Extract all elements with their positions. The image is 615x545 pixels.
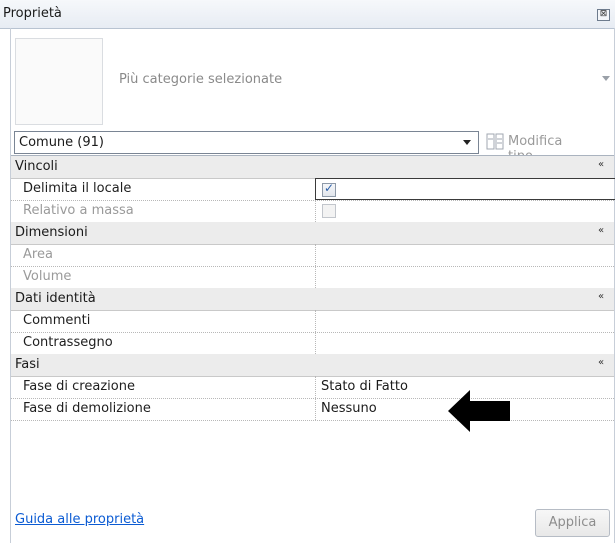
edit-type-icon [486, 133, 504, 150]
type-selector-dropdown-icon[interactable] [602, 76, 610, 81]
arrow-left-icon [448, 390, 510, 432]
comments-input[interactable] [315, 310, 615, 332]
property-value-cell [315, 244, 615, 266]
property-label: Fase di demolizione [23, 401, 151, 416]
property-label: Area [23, 247, 53, 262]
window-title: Proprietà [3, 6, 62, 21]
apply-button[interactable]: Applica [535, 509, 610, 537]
property-label: Relativo a massa [23, 203, 134, 218]
property-row-area: Area [11, 244, 614, 267]
property-label: Delimita il locale [23, 181, 132, 196]
related-to-mass-checkbox [322, 204, 336, 218]
category-filter-select[interactable]: Comune (91) [14, 131, 479, 154]
group-label: Dimensioni [15, 225, 88, 240]
property-row-fase-di-creazione[interactable]: Fase di creazione Stato di Fatto [11, 376, 614, 399]
group-header-fasi[interactable]: Fasi « [11, 354, 614, 377]
group-label: Vincoli [15, 159, 58, 174]
group-header-vincoli[interactable]: Vincoli « [11, 156, 614, 179]
room-bounding-checkbox[interactable] [322, 181, 336, 197]
property-row-fase-di-demolizione[interactable]: Fase di demolizione Nessuno [11, 398, 614, 421]
group-header-dati-identita[interactable]: Dati identità « [11, 288, 614, 311]
collapse-icon[interactable]: « [598, 357, 604, 368]
properties-grid: Vincoli « Delimita il locale Relativo a … [11, 155, 615, 511]
property-value: Stato di Fatto [321, 379, 408, 394]
property-label: Volume [23, 269, 72, 284]
collapse-icon[interactable]: « [598, 159, 604, 170]
property-value-cell [315, 200, 615, 222]
type-preview-thumbnail[interactable] [15, 38, 103, 125]
mark-input[interactable] [315, 332, 615, 354]
property-row-commenti[interactable]: Commenti [11, 310, 614, 333]
collapse-icon[interactable]: « [598, 291, 604, 302]
property-row-volume: Volume [11, 266, 614, 289]
group-label: Dati identità [15, 291, 96, 306]
property-row-contrassegno[interactable]: Contrassegno [11, 332, 614, 355]
category-filter-value: Comune (91) [19, 135, 104, 150]
property-value-cell [315, 266, 615, 288]
type-selector-label[interactable]: Più categorie selezionate [119, 72, 282, 87]
property-label: Contrassegno [23, 335, 113, 350]
apply-button-label: Applica [548, 515, 597, 530]
group-header-dimensioni[interactable]: Dimensioni « [11, 222, 614, 245]
chevron-down-icon[interactable] [463, 140, 471, 145]
property-value-cell[interactable] [315, 178, 615, 200]
property-label: Fase di creazione [23, 379, 135, 394]
close-icon[interactable]: ⊠ [597, 9, 610, 21]
property-row-relativo-a-massa: Relativo a massa [11, 200, 614, 223]
property-row-delimita-il-locale[interactable]: Delimita il locale [11, 178, 615, 201]
property-value: Nessuno [321, 401, 377, 416]
title-bar: Proprietà ⊠ [0, 0, 615, 29]
properties-help-link[interactable]: Guida alle proprietà [15, 512, 144, 527]
group-label: Fasi [15, 357, 40, 372]
collapse-icon[interactable]: « [598, 225, 604, 236]
property-label: Commenti [23, 313, 91, 328]
